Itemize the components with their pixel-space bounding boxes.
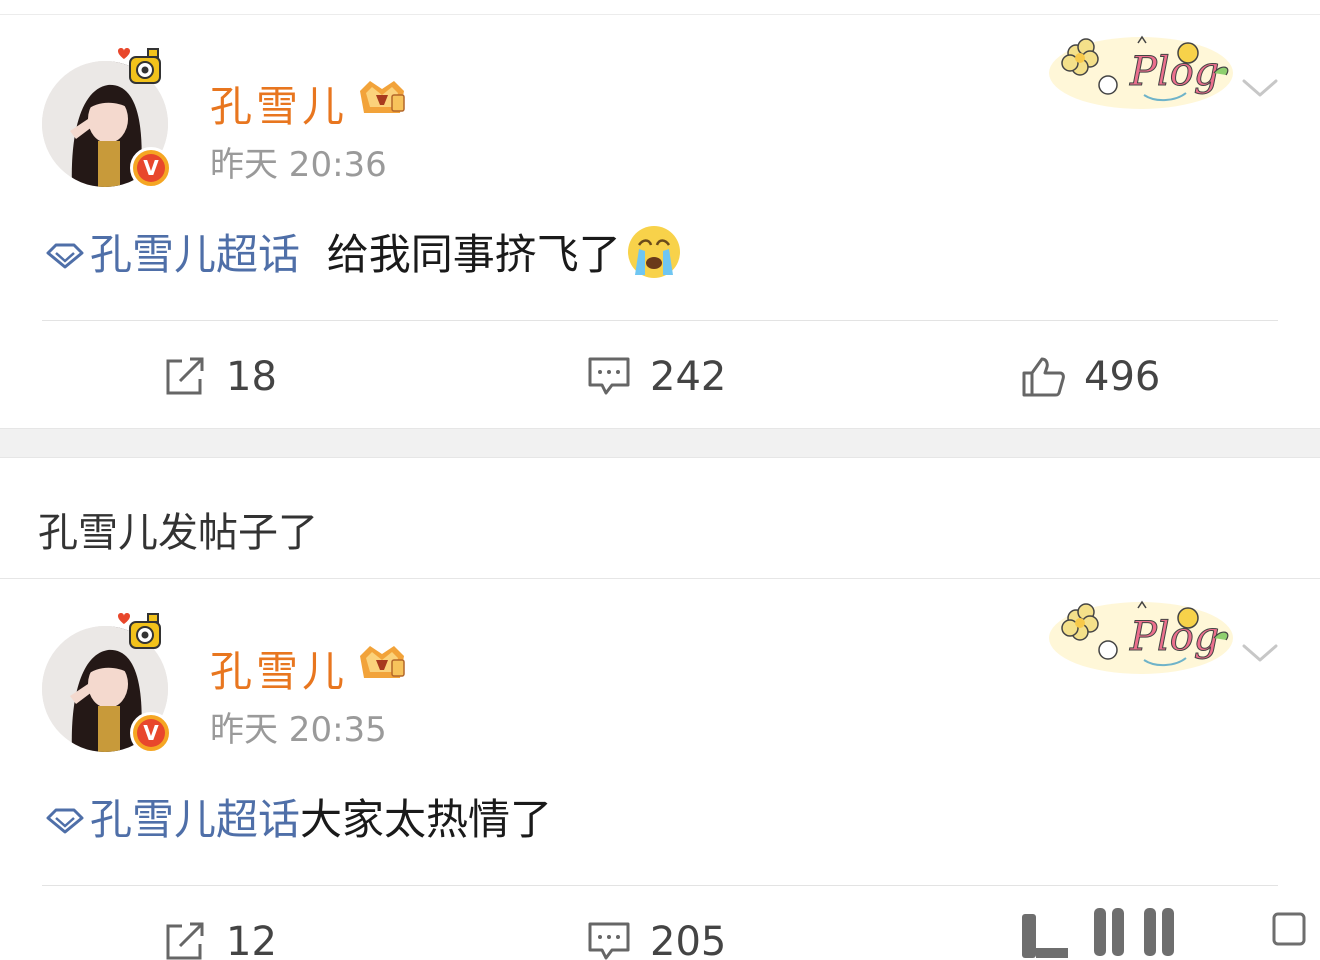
action-bar: 18 242 496 bbox=[0, 347, 1320, 407]
section-divider bbox=[0, 578, 1320, 579]
plog-sticker-icon: Plog bbox=[1049, 35, 1233, 109]
post-content: 孔雪儿超话 给我同事挤飞了 bbox=[44, 221, 683, 282]
watermark-logo-icon bbox=[944, 904, 1314, 960]
repost-icon bbox=[166, 357, 204, 395]
comment-button[interactable]: 242 bbox=[586, 347, 726, 407]
sticker-text: Plog bbox=[1129, 614, 1219, 660]
comment-count: 205 bbox=[650, 919, 727, 960]
comment-icon bbox=[588, 357, 630, 395]
post-card[interactable]: V 孔雪儿 昨天 20:36 Plog 孔雪儿超话 给我同事挤飞了 18 242… bbox=[0, 15, 1320, 427]
post-text: 给我同事挤飞了 bbox=[326, 230, 621, 279]
post-time: 昨天 20:36 bbox=[210, 145, 387, 185]
super-topic-diamond-icon bbox=[46, 808, 84, 834]
chevron-down-icon[interactable] bbox=[1238, 71, 1282, 105]
feed-gap bbox=[0, 428, 1320, 458]
thumbs-up-icon bbox=[1022, 357, 1065, 397]
like-count: 496 bbox=[1084, 354, 1161, 400]
action-divider bbox=[42, 885, 1278, 886]
camera-decoration-icon bbox=[118, 613, 161, 649]
vip-crown-icon bbox=[360, 646, 405, 678]
post-time: 昨天 20:35 bbox=[210, 710, 387, 750]
repost-button[interactable]: 12 bbox=[162, 912, 277, 960]
plog-sticker-icon: Plog bbox=[1049, 600, 1233, 674]
super-topic-link[interactable]: 孔雪儿超话 bbox=[44, 230, 300, 279]
verified-badge-icon: V bbox=[130, 712, 172, 754]
comment-button[interactable]: 205 bbox=[586, 912, 726, 960]
post-card[interactable]: V 孔雪儿 昨天 20:35 Plog 孔雪儿超话大家太热情了 12 205 bbox=[0, 580, 1320, 960]
super-topic-diamond-icon bbox=[46, 243, 84, 269]
like-button[interactable]: 496 bbox=[1020, 347, 1160, 407]
repost-count: 18 bbox=[226, 354, 277, 400]
author-name[interactable]: 孔雪儿 bbox=[210, 638, 348, 699]
crying-face-emoji-icon bbox=[627, 226, 680, 278]
sticker-text: Plog bbox=[1129, 49, 1219, 95]
verified-badge-icon: V bbox=[130, 147, 172, 189]
comment-count: 242 bbox=[650, 354, 727, 400]
chevron-down-icon[interactable] bbox=[1238, 636, 1282, 670]
post-content: 孔雪儿超话大家太热情了 bbox=[44, 786, 552, 847]
post-text: 大家太热情了 bbox=[300, 795, 553, 844]
comment-icon bbox=[588, 922, 630, 960]
repost-button[interactable]: 18 bbox=[162, 347, 277, 407]
super-topic-link[interactable]: 孔雪儿超话 bbox=[44, 795, 300, 844]
repost-count: 12 bbox=[226, 919, 277, 960]
repost-icon bbox=[166, 922, 204, 960]
camera-decoration-icon bbox=[118, 48, 161, 84]
vip-crown-icon bbox=[360, 81, 405, 113]
section-label: 孔雪儿发帖子了 bbox=[38, 510, 318, 556]
action-divider bbox=[42, 320, 1278, 321]
author-name[interactable]: 孔雪儿 bbox=[210, 73, 348, 134]
avatar[interactable]: V bbox=[40, 613, 180, 760]
avatar[interactable]: V bbox=[40, 48, 180, 195]
